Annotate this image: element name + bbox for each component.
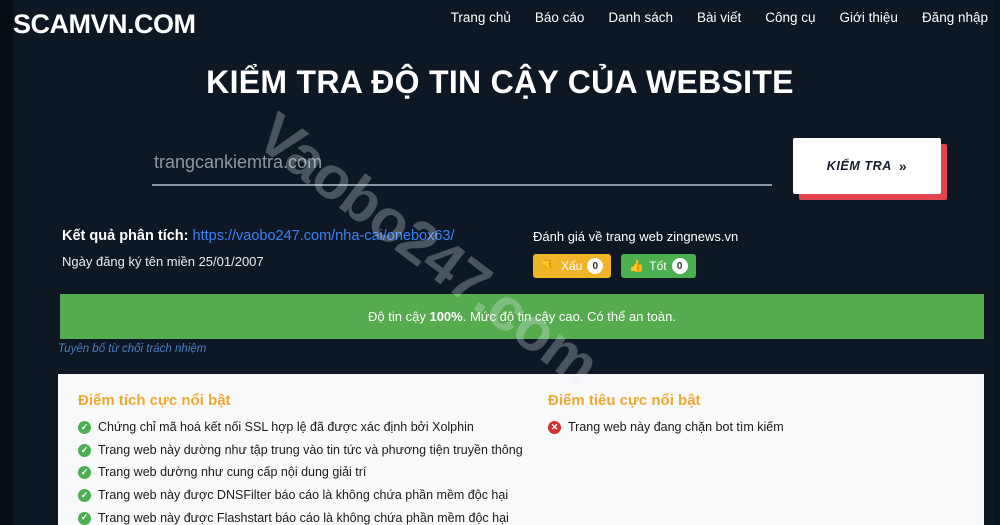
nav-item-gioi-thieu[interactable]: Giới thiệu: [828, 6, 910, 29]
rate-good-button[interactable]: 👍 Tốt 0: [621, 254, 696, 278]
trust-suffix: . Mức độ tin cậy cao. Có thể an toàn.: [462, 309, 676, 324]
rate-good-label: Tốt: [649, 259, 667, 273]
trust-score-bar: Độ tin cậy 100%. Mức độ tin cậy cao. Có …: [60, 294, 984, 339]
list-item-label: Chứng chỉ mã hoá kết nối SSL hợp lệ đã đ…: [98, 420, 474, 434]
check-button[interactable]: KIỂM TRA »: [793, 138, 941, 194]
analysis-result-line: Kết quả phân tích: https://vaobo247.com/…: [62, 228, 455, 244]
trust-score-value: 100%: [429, 309, 463, 324]
list-item: ✓ Trang web dường như cung cấp nội dung …: [78, 465, 528, 481]
list-item-label: Trang web này được Flashstart báo cáo là…: [98, 510, 509, 525]
negative-points-list: ✕ Trang web này đang chặn bot tìm kiếm: [548, 420, 984, 436]
positive-points-list: ✓ Chứng chỉ mã hoá kết nối SSL hợp lệ đã…: [78, 420, 528, 525]
nav-item-trang-chu[interactable]: Trang chủ: [439, 6, 523, 29]
rate-bad-button[interactable]: 👎 Xấu 0: [533, 254, 612, 278]
website-url-input[interactable]: [152, 148, 772, 186]
list-item: ✓ Trang web này dường như tập trung vào …: [78, 443, 528, 459]
disclaimer-link[interactable]: Tuyên bố từ chối trách nhiệm: [58, 343, 206, 355]
site-logo[interactable]: SCAMVN.COM: [13, 9, 196, 40]
domain-registration-date: Ngày đăng ký tên miền 25/01/2007: [62, 254, 264, 269]
rate-good-count: 0: [671, 258, 688, 274]
check-button-wrapper: KIỂM TRA »: [793, 138, 947, 200]
highlights-panels: Điểm tích cực nổi bật ✓ Chứng chỉ mã hoá…: [58, 374, 984, 525]
site-header: SCAMVN.COM Trang chủ Báo cáo Danh sách B…: [0, 0, 1000, 46]
chevron-double-right-icon: »: [898, 158, 908, 174]
rating-title: Đánh giá về trang web zingnews.vn: [533, 229, 739, 244]
negative-points-panel: Điểm tiêu cực nổi bật ✕ Trang web này đa…: [528, 374, 984, 525]
search-field-wrapper: [152, 148, 772, 186]
analyzed-url-link[interactable]: https://vaobo247.com/nha-cai/onebox63/: [193, 228, 455, 244]
nav-item-bao-cao[interactable]: Báo cáo: [523, 6, 597, 29]
nav-item-cong-cu[interactable]: Công cụ: [753, 6, 827, 29]
thumbs-down-icon: 👎: [541, 259, 556, 273]
positive-points-panel: Điểm tích cực nổi bật ✓ Chứng chỉ mã hoá…: [58, 374, 528, 525]
check-circle-icon: ✓: [78, 443, 91, 457]
analysis-result: Kết quả phân tích: https://vaobo247.com/…: [62, 228, 455, 269]
frame-right-edge: [994, 0, 1000, 525]
list-item: ✕ Trang web này đang chặn bot tìm kiếm: [548, 420, 984, 436]
rating-section: Đánh giá về trang web zingnews.vn 👎 Xấu …: [533, 229, 738, 278]
list-item: ✓ Chứng chỉ mã hoá kết nối SSL hợp lệ đã…: [78, 420, 528, 436]
main-nav: Trang chủ Báo cáo Danh sách Bài viết Côn…: [439, 6, 1000, 29]
check-circle-icon: ✓: [78, 488, 91, 502]
list-item-label: Trang web này đang chặn bot tìm kiếm: [568, 420, 784, 434]
list-item-label: Trang web này được DNSFilter báo cáo là …: [98, 487, 509, 502]
check-circle-icon: ✓: [78, 421, 91, 434]
cross-circle-icon: ✕: [548, 421, 561, 434]
list-item-label: Trang web này dường như tập trung vào ti…: [98, 442, 523, 457]
nav-item-dang-nhap[interactable]: Đăng nhập: [910, 6, 1000, 29]
rating-buttons: 👎 Xấu 0 👍 Tốt 0: [533, 254, 738, 278]
page-title: KIỂM TRA ĐỘ TIN CẬY CỦA WEBSITE: [206, 64, 794, 100]
check-button-label: KIỂM TRA: [826, 159, 892, 173]
positive-points-title: Điểm tích cực nổi bật: [78, 392, 231, 409]
check-circle-icon: ✓: [78, 511, 91, 525]
analysis-result-label: Kết quả phân tích:: [62, 228, 189, 244]
nav-item-bai-viet[interactable]: Bài viết: [685, 6, 753, 29]
list-item-label: Trang web dường như cung cấp nội dung gi…: [98, 465, 367, 480]
negative-points-title: Điểm tiêu cực nổi bật: [548, 392, 701, 409]
rate-bad-label: Xấu: [560, 259, 583, 273]
list-item: ✓ Trang web này được DNSFilter báo cáo l…: [78, 488, 528, 504]
thumbs-up-icon: 👍: [629, 259, 645, 273]
list-item: ✓ Trang web này được Flashstart báo cáo …: [78, 511, 528, 525]
check-circle-icon: ✓: [78, 466, 91, 480]
frame-left-edge: [0, 0, 13, 525]
trust-score-text: Độ tin cậy 100%. Mức độ tin cậy cao. Có …: [368, 309, 676, 324]
page-root: SCAMVN.COM Trang chủ Báo cáo Danh sách B…: [0, 0, 1000, 525]
nav-item-danh-sach[interactable]: Danh sách: [596, 6, 685, 29]
rate-bad-count: 0: [587, 258, 604, 274]
trust-prefix: Độ tin cậy: [368, 309, 430, 324]
